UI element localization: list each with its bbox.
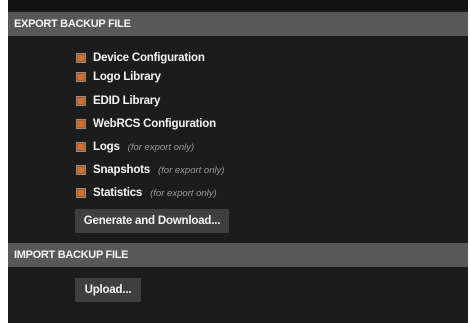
checkbox-row-edid-library[interactable]: EDID Library <box>76 93 160 109</box>
checkbox-label: EDID Library <box>93 95 161 107</box>
checkbox-row-webrcs-configuration[interactable]: WebRCS Configuration <box>76 116 216 132</box>
checkbox-row-statistics[interactable]: Statistics (for export only) <box>76 185 217 201</box>
export-only-note: (for export only) <box>127 141 195 153</box>
checkbox-label: Snapshots <box>93 164 150 176</box>
checkbox-label: Logs <box>93 141 120 153</box>
checkbox-row-logo-library[interactable]: Logo Library <box>76 69 161 85</box>
webrcs-configuration-checkbox[interactable] <box>76 119 86 129</box>
generate-download-button[interactable]: Generate and Download... <box>75 209 229 233</box>
checkbox-label: Statistics <box>93 187 143 199</box>
upload-button[interactable]: Upload... <box>75 278 141 302</box>
checkbox-row-device-configuration[interactable]: Device Configuration <box>76 50 205 66</box>
checkbox-label: Logo Library <box>93 71 161 83</box>
import-section-header: IMPORT BACKUP FILE <box>8 243 468 267</box>
logs-checkbox[interactable] <box>76 142 86 152</box>
snapshots-checkbox[interactable] <box>76 165 86 175</box>
edid-library-checkbox[interactable] <box>76 96 86 106</box>
export-section-header: EXPORT BACKUP FILE <box>8 12 468 36</box>
panel-top-border <box>8 0 468 10</box>
statistics-checkbox[interactable] <box>76 188 86 198</box>
export-only-note: (for export only) <box>158 164 225 176</box>
checkbox-row-snapshots[interactable]: Snapshots (for export only) <box>76 162 225 178</box>
device-configuration-checkbox[interactable] <box>76 53 86 63</box>
checkbox-label: WebRCS Configuration <box>93 118 216 130</box>
checkbox-row-logs[interactable]: Logs (for export only) <box>76 139 194 155</box>
backup-panel: EXPORT BACKUP FILE Device Configuration … <box>8 0 468 323</box>
export-only-note: (for export only) <box>150 187 217 199</box>
logo-library-checkbox[interactable] <box>76 72 86 82</box>
checkbox-label: Device Configuration <box>93 52 205 64</box>
